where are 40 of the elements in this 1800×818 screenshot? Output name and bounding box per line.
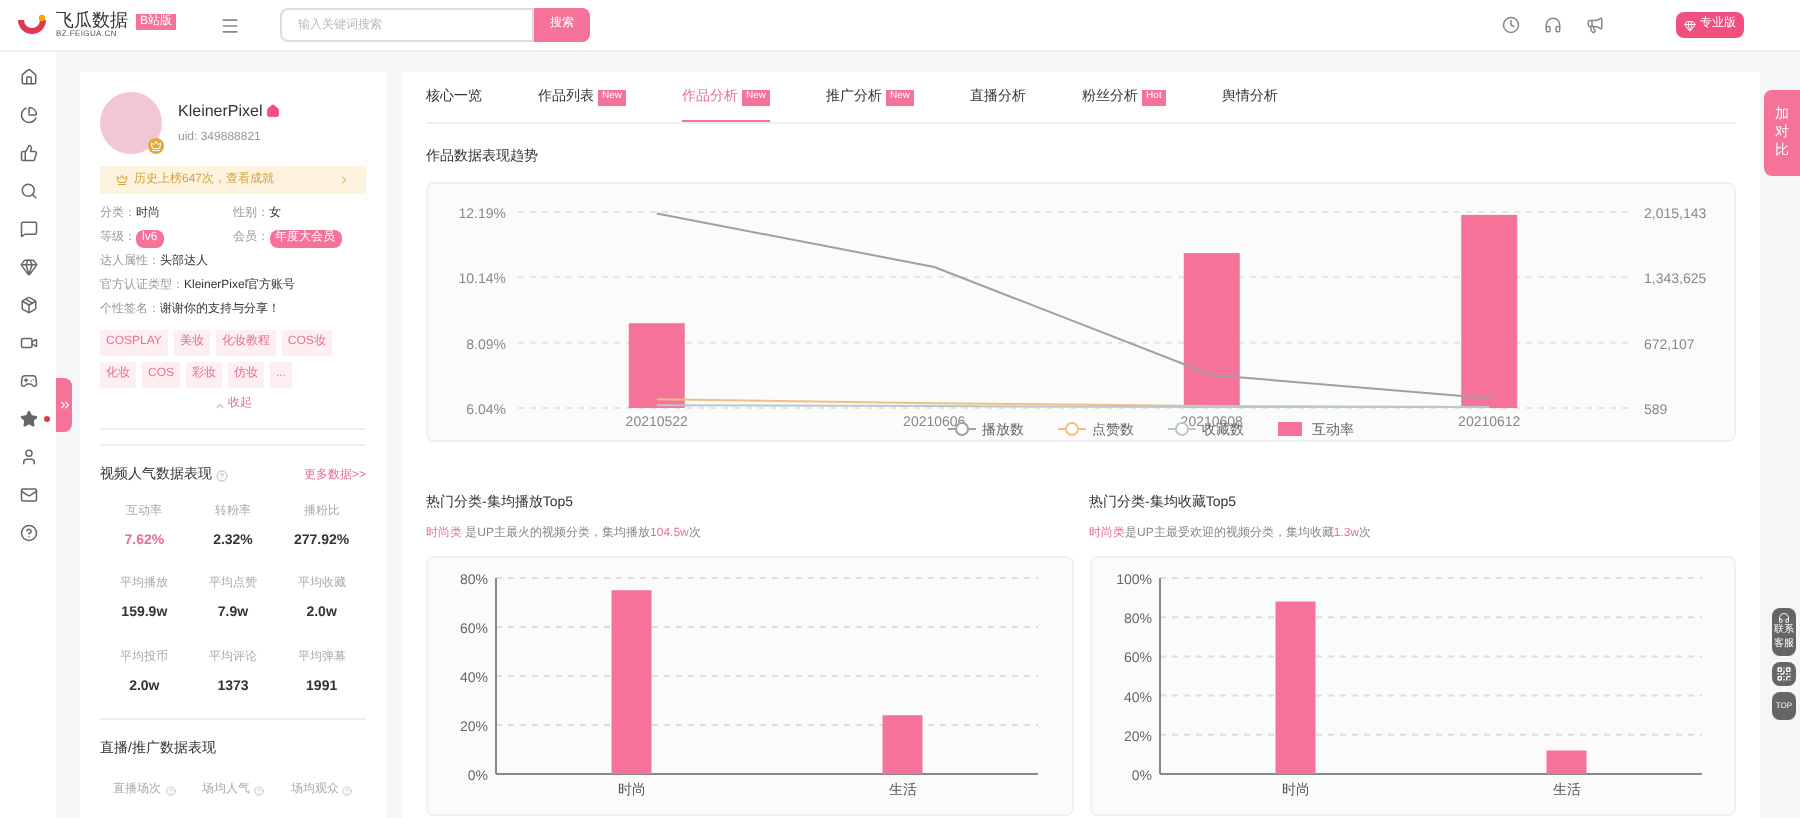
chevron-up-icon xyxy=(214,399,226,411)
avatar-placeholder xyxy=(100,92,162,154)
star-icon[interactable] xyxy=(19,410,37,428)
chart-bar xyxy=(882,715,923,774)
gem-icon[interactable] xyxy=(19,258,37,276)
message-icon[interactable] xyxy=(19,220,37,238)
qr-code-button[interactable] xyxy=(1772,662,1796,686)
video-icon[interactable] xyxy=(19,334,37,352)
legend-swatch xyxy=(1278,421,1302,435)
chart-bar xyxy=(1545,750,1586,774)
home-icon[interactable] xyxy=(19,68,37,86)
logo-icon xyxy=(16,13,48,37)
chevron-right-icon xyxy=(338,174,350,186)
pie-chart-icon[interactable] xyxy=(19,106,37,124)
gem-icon xyxy=(1684,19,1696,31)
crown-icon xyxy=(148,138,164,154)
thumbs-up-icon[interactable] xyxy=(19,144,37,162)
clock-icon[interactable] xyxy=(1502,16,1520,34)
home-icon xyxy=(266,104,281,118)
profile-name: KleinerPixel xyxy=(178,99,263,123)
help-icon xyxy=(342,785,353,795)
help-icon xyxy=(216,470,228,483)
menu-icon[interactable] xyxy=(220,15,240,35)
package-icon[interactable] xyxy=(19,296,37,314)
help-icon xyxy=(165,785,176,795)
search-icon[interactable] xyxy=(19,182,37,200)
headset-icon xyxy=(1778,612,1790,624)
qr-code-icon xyxy=(1776,666,1792,682)
help-icon[interactable] xyxy=(19,524,37,542)
crown-icon xyxy=(116,174,128,186)
megaphone-icon[interactable] xyxy=(1586,16,1604,34)
gamepad-icon[interactable] xyxy=(19,372,37,390)
chart-bar xyxy=(628,322,685,407)
logo-title: 飞瓜数据 xyxy=(56,12,128,30)
headset-icon[interactable] xyxy=(1544,16,1562,34)
legend-line-icon xyxy=(1057,421,1087,435)
user-icon[interactable] xyxy=(19,448,37,466)
double-chevron-icon xyxy=(57,398,71,412)
mail-icon[interactable] xyxy=(19,486,37,504)
help-icon xyxy=(253,785,264,795)
